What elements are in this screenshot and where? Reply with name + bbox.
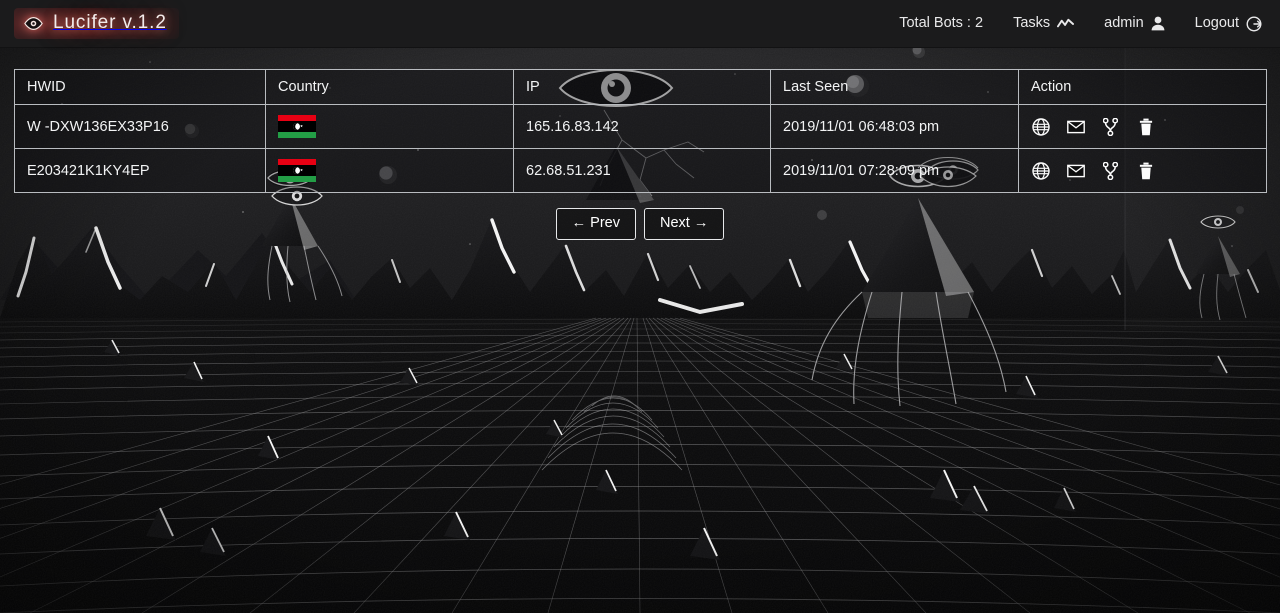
next-page-button[interactable]: Next →	[644, 208, 725, 240]
pagination: ← Prev Next →	[0, 208, 1280, 240]
trash-icon[interactable]	[1136, 161, 1155, 180]
globe-icon[interactable]	[1031, 117, 1050, 136]
cell-ip: 62.68.51.231	[513, 148, 771, 193]
user-label: admin	[1104, 15, 1144, 32]
cell-hwid: E203421K1KY4EP	[14, 148, 266, 193]
column-header-ip: IP	[513, 69, 771, 105]
user-icon	[1151, 16, 1165, 31]
cell-country	[265, 104, 514, 149]
cell-last-seen: 2019/11/01 06:48:03 pm	[770, 104, 1019, 149]
column-header-action: Action	[1018, 69, 1267, 105]
cell-ip: 165.16.83.142	[513, 104, 771, 149]
table-header: HWID Country IP Last Seen Action	[14, 69, 1267, 105]
column-header-lastseen: Last Seen	[770, 69, 1019, 105]
trash-icon[interactable]	[1136, 117, 1155, 136]
code-fork-icon[interactable]	[1101, 117, 1120, 136]
envelope-icon[interactable]	[1066, 161, 1085, 180]
prev-page-button[interactable]: ← Prev	[555, 208, 636, 240]
eye-icon	[24, 16, 43, 30]
table-row: W -DXW136EX33P16 165.16.83.142 2019/11/0…	[14, 104, 1267, 149]
table-row: E203421K1KY4EP 62.68.51.231 2019/11/01 0…	[14, 148, 1267, 193]
flag-icon-libya	[278, 115, 316, 138]
brand-logo[interactable]: Lucifer v.1.2	[14, 8, 179, 39]
globe-icon[interactable]	[1031, 161, 1050, 180]
cell-action	[1018, 104, 1267, 149]
cell-action	[1018, 148, 1267, 193]
user-menu[interactable]: admin	[1104, 16, 1165, 31]
brand-name: Lucifer v.1.2	[53, 12, 167, 33]
chart-line-icon	[1057, 18, 1075, 30]
tasks-label: Tasks	[1013, 15, 1051, 32]
sign-out-icon	[1246, 16, 1262, 32]
total-bots-label: Total Bots : 2	[899, 15, 984, 32]
logout-label: Logout	[1194, 15, 1239, 32]
column-header-hwid: HWID	[14, 69, 266, 105]
navbar-right-group: Total Bots : 2 Tasks admin Logout	[899, 16, 1262, 32]
logout-link[interactable]: Logout	[1195, 16, 1262, 32]
table-body: W -DXW136EX33P16 165.16.83.142 2019/11/0…	[14, 104, 1267, 193]
bots-table: HWID Country IP Last Seen Action W -DXW1…	[14, 69, 1267, 193]
table-header-row: HWID Country IP Last Seen Action	[14, 69, 1267, 105]
flag-icon-libya	[278, 159, 316, 182]
top-navbar: Lucifer v.1.2 Total Bots : 2 Tasks admin	[0, 0, 1280, 48]
envelope-icon[interactable]	[1066, 117, 1085, 136]
row-action-group	[1031, 161, 1254, 180]
row-action-group	[1031, 117, 1254, 136]
code-fork-icon[interactable]	[1101, 161, 1120, 180]
column-header-country: Country	[265, 69, 514, 105]
tasks-link[interactable]: Tasks	[1013, 15, 1075, 32]
cell-country	[265, 148, 514, 193]
cell-last-seen: 2019/11/01 07:28:09 pm	[770, 148, 1019, 193]
cell-hwid: W -DXW136EX33P16	[14, 104, 266, 149]
total-bots-counter: Total Bots : 2	[899, 16, 983, 31]
